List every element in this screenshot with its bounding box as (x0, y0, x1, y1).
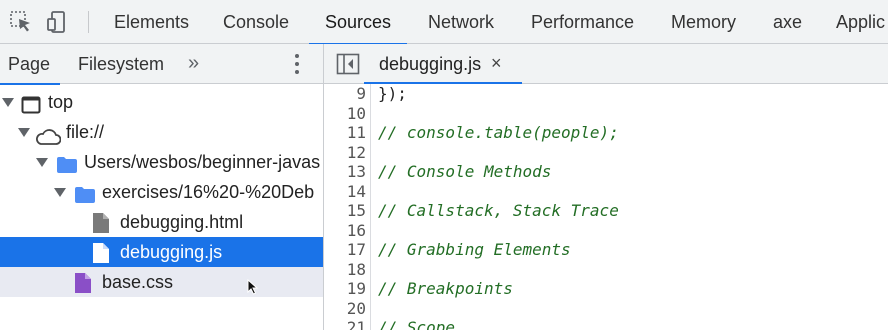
line-number[interactable]: 21 (324, 318, 366, 330)
toggle-navigator-icon[interactable] (336, 53, 360, 75)
line-number[interactable]: 12 (324, 143, 366, 163)
code-comment: // Breakpoints (378, 279, 513, 298)
line-number[interactable]: 11 (324, 123, 366, 143)
mouse-cursor-icon (247, 278, 259, 300)
folder-icon (74, 183, 96, 207)
code-line[interactable]: 13 // Console Methods (324, 162, 888, 182)
frame-icon (21, 93, 41, 117)
more-options-icon[interactable] (287, 52, 307, 76)
tree-item-debugging-html[interactable]: debugging.html (0, 207, 323, 237)
editor-tab-bar: debugging.js × (324, 44, 888, 84)
expand-arrow-icon[interactable] (2, 98, 14, 107)
tab-axe[interactable]: axe (773, 0, 802, 44)
tree-item-label: file:// (66, 122, 105, 142)
file-icon (92, 242, 110, 267)
code-line[interactable]: 21 // Scope (324, 318, 888, 330)
code-line[interactable]: 9}); (324, 84, 888, 104)
line-number[interactable]: 13 (324, 162, 366, 182)
tree-item-exercises-folder[interactable]: exercises/16%20-%20Deb (0, 177, 323, 207)
tab-network[interactable]: Network (428, 0, 494, 44)
more-tabs-button[interactable]: » (188, 44, 199, 84)
code-line[interactable]: 17 // Grabbing Elements (324, 240, 888, 260)
tree-item-debugging-js[interactable]: debugging.js (0, 237, 323, 267)
toolbar-divider (88, 11, 89, 33)
line-number[interactable]: 20 (324, 299, 366, 319)
tab-elements[interactable]: Elements (114, 0, 189, 44)
tree-item-label: debugging.html (120, 212, 244, 232)
code-line[interactable]: 15 // Callstack, Stack Trace (324, 201, 888, 221)
editor-tab-debugging-js[interactable]: debugging.js (379, 44, 481, 84)
css-file-icon (74, 272, 92, 297)
code-line[interactable]: 14 (324, 182, 888, 202)
file-icon (92, 212, 110, 237)
tree-item-file-protocol[interactable]: file:// (0, 117, 323, 147)
cloud-icon (35, 124, 62, 147)
expand-arrow-icon[interactable] (54, 188, 66, 197)
tree-item-label: debugging.js (120, 242, 223, 262)
code-comment: // Callstack, Stack Trace (378, 201, 619, 220)
code-line[interactable]: 16 (324, 221, 888, 241)
code-comment: // Grabbing Elements (378, 240, 571, 259)
tree-item-label: Users/wesbos/beginner-javas (84, 152, 321, 172)
device-toolbar-icon[interactable] (44, 9, 70, 35)
line-number[interactable]: 16 (324, 221, 366, 241)
tree-item-base-css[interactable]: base.css (0, 267, 323, 297)
tree-item-users-folder[interactable]: Users/wesbos/beginner-javas (0, 147, 323, 177)
line-number[interactable]: 15 (324, 201, 366, 221)
devtools-toolbar: Elements Console Sources Network Perform… (0, 0, 888, 45)
tree-item-label: exercises/16%20-%20Deb (102, 182, 315, 202)
line-number[interactable]: 18 (324, 260, 366, 280)
tab-memory[interactable]: Memory (671, 0, 736, 44)
navigator-tabs: Page Filesystem » (0, 44, 323, 85)
code-line[interactable]: 10 (324, 104, 888, 124)
tab-page[interactable]: Page (0, 44, 61, 85)
tab-console[interactable]: Console (223, 0, 289, 44)
code-line[interactable]: 12 (324, 143, 888, 163)
code-line[interactable]: 20 (324, 299, 888, 319)
code-comment: // Console Methods (378, 162, 552, 181)
tree-item-label: top (48, 92, 74, 112)
tab-sources[interactable]: Sources (308, 0, 408, 45)
tab-filesystem[interactable]: Filesystem (78, 44, 164, 84)
line-number[interactable]: 19 (324, 279, 366, 299)
close-tab-icon[interactable]: × (491, 44, 502, 84)
code-line[interactable]: 11 // console.table(people); (324, 123, 888, 143)
line-number[interactable]: 10 (324, 104, 366, 124)
tab-performance[interactable]: Performance (531, 0, 634, 44)
expand-arrow-icon[interactable] (18, 128, 30, 137)
line-number[interactable]: 14 (324, 182, 366, 202)
folder-icon (56, 153, 78, 177)
code-editor[interactable]: 9}); 10 11// console.table(people); 12 13// … (324, 84, 888, 330)
tree-item-label: base.css (102, 272, 174, 292)
inspect-element-icon[interactable] (8, 9, 34, 35)
code-line[interactable]: 19 // Breakpoints (324, 279, 888, 299)
code-text: }); (378, 84, 407, 103)
line-number[interactable]: 9 (324, 84, 366, 104)
tab-application[interactable]: Applic (836, 0, 885, 44)
file-tree: top file:// Users/wesbos/beginner-javas … (0, 87, 323, 330)
code-line[interactable]: 18 (324, 260, 888, 280)
tree-item-top[interactable]: top (0, 87, 323, 117)
code-comment: // Scope (378, 318, 456, 330)
line-number[interactable]: 17 (324, 240, 366, 260)
expand-arrow-icon[interactable] (36, 158, 48, 167)
code-comment: // console.table(people); (378, 123, 619, 142)
